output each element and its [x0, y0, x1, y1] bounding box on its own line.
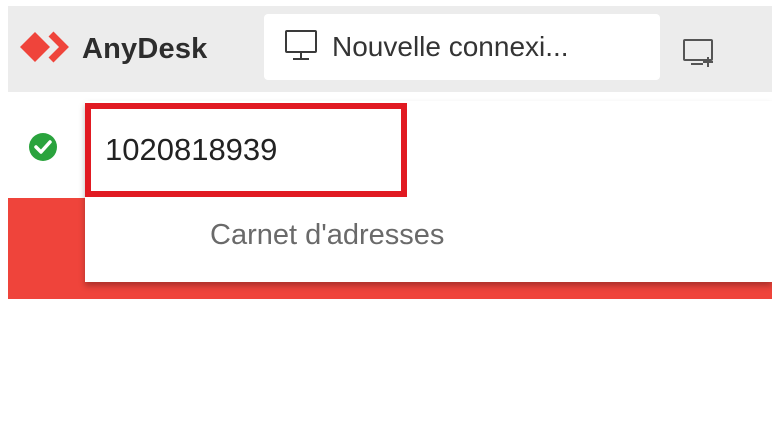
monitor-icon	[284, 29, 318, 66]
check-circle-icon	[28, 132, 58, 162]
suggestion-address-book[interactable]: Carnet d'adresses	[210, 219, 444, 252]
new-connection-icon	[681, 37, 717, 74]
remote-address-input[interactable]: 1020818939	[85, 103, 407, 197]
tab-label: Nouvelle connexi...	[332, 31, 569, 62]
title-bar: AnyDesk Nouvelle connexi...	[8, 6, 772, 92]
anydesk-logo-icon	[18, 30, 76, 69]
app-name: AnyDesk	[82, 32, 208, 65]
brand: AnyDesk	[18, 6, 208, 92]
address-dropdown: 1020818939 Carnet d'adresses	[85, 101, 772, 282]
tab-new-connection[interactable]: Nouvelle connexi...	[264, 14, 660, 80]
anydesk-window: AnyDesk Nouvelle connexi... 1020818939 C…	[0, 0, 772, 425]
new-connection-button[interactable]	[679, 38, 719, 72]
